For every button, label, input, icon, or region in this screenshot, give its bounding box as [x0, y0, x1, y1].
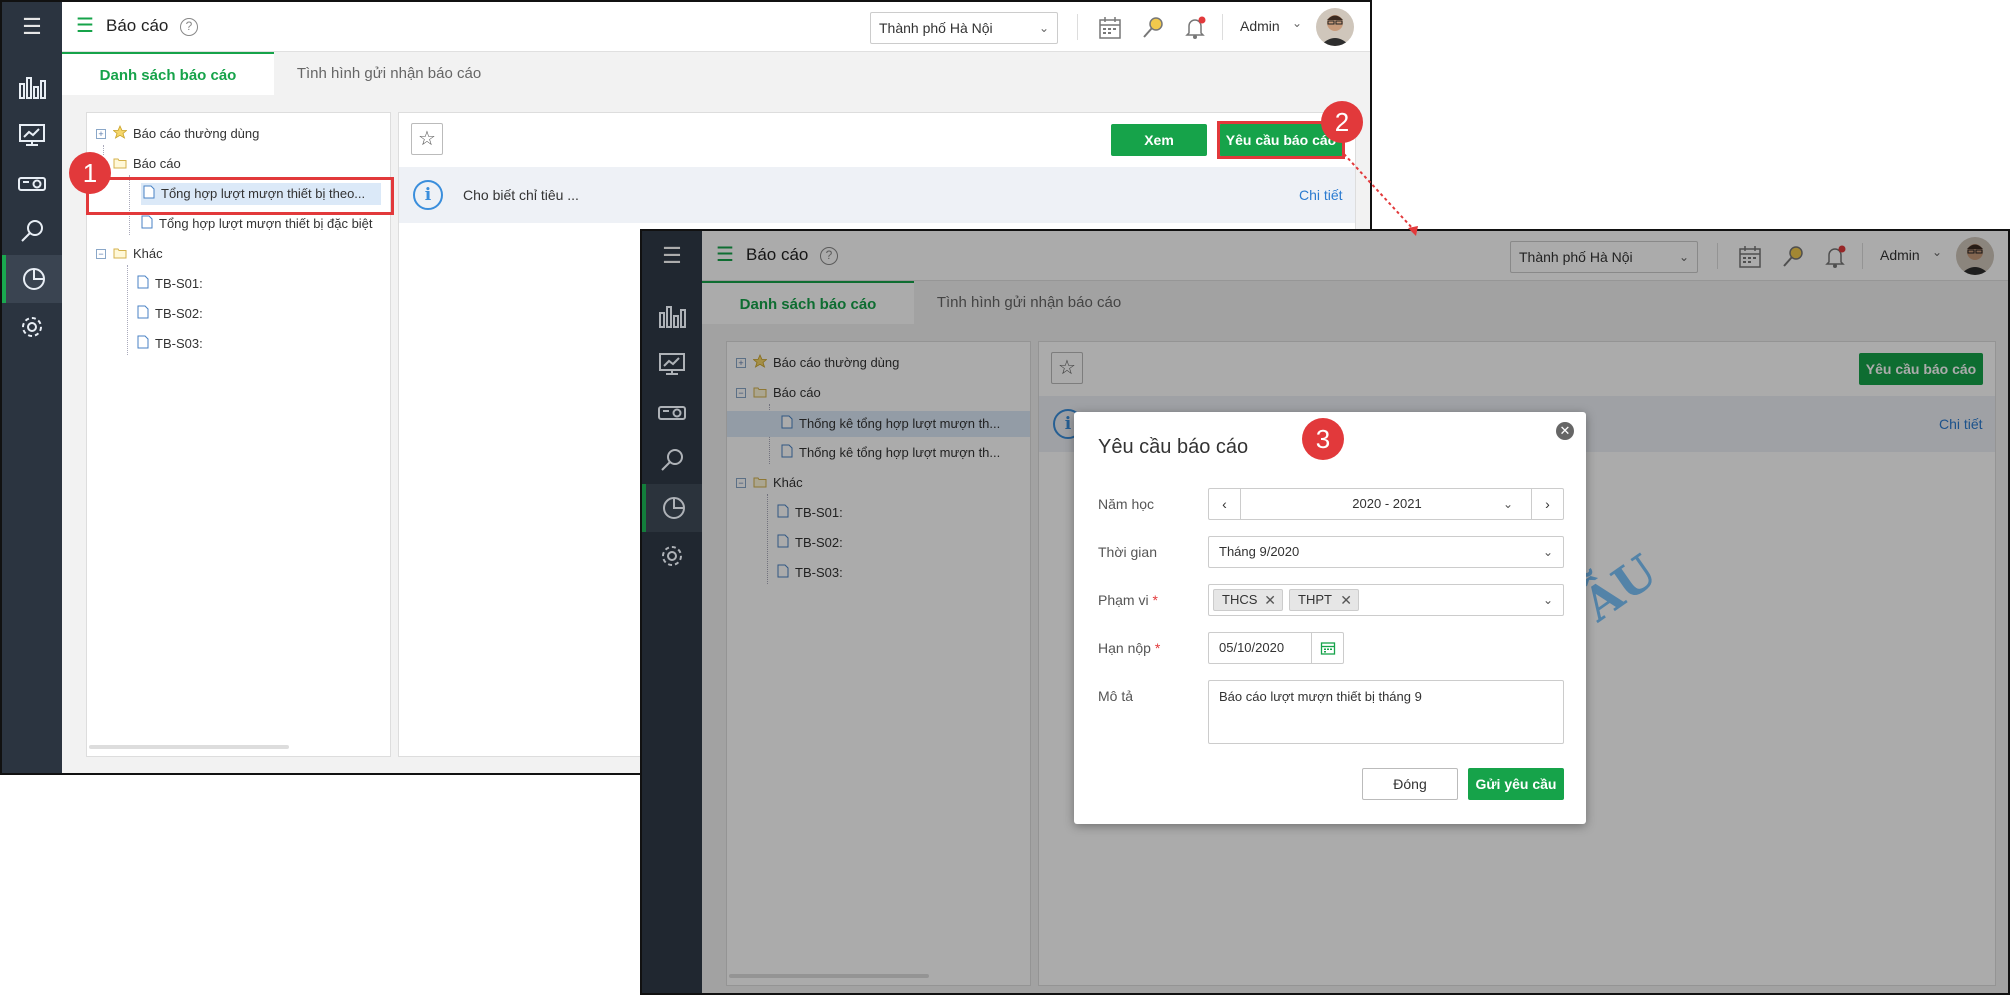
description-label: Mô tả [1098, 688, 1134, 704]
school-year-label: Năm học [1098, 496, 1155, 512]
detail-link[interactable]: Chi tiết [1299, 187, 1343, 203]
tree-node-frequent[interactable]: Báo cáo thường dùng [112, 123, 260, 146]
scope-label-text: Phạm vi [1098, 592, 1149, 608]
page-title: Báo cáo [106, 16, 169, 35]
tree-line [127, 265, 128, 355]
report-description: Cho biết chỉ tiêu ... [463, 187, 579, 203]
location-value: Thành phố Hà Nội [879, 20, 993, 36]
tree-node-report[interactable]: Tổng hợp lượt mượn thiết bị đặc biệt [141, 213, 373, 235]
user-name[interactable]: Admin [1240, 18, 1280, 34]
tree-node-folder-reports[interactable]: Báo cáo [113, 153, 181, 175]
period-select[interactable]: Tháng 9/2020 ⌄ [1208, 536, 1564, 568]
required-mark: * [1154, 640, 1161, 656]
remove-tag-icon[interactable]: ✕ [1340, 590, 1352, 610]
remove-tag-icon[interactable]: ✕ [1264, 590, 1276, 610]
tree-node-label: TB-S03: [155, 336, 203, 351]
scope-tag: THPT ✕ [1289, 589, 1359, 611]
scope-tag: THCS ✕ [1213, 589, 1283, 611]
chevron-down-icon: ⌄ [1542, 545, 1553, 559]
step-badge-1: 1 [69, 152, 111, 194]
tree-line [103, 145, 104, 155]
period-label: Thời gian [1098, 544, 1157, 560]
tree-node-report[interactable]: TB-S03: [137, 333, 203, 355]
folder-icon [113, 154, 127, 176]
sidebar-overlay [642, 231, 702, 993]
description-textarea[interactable]: Báo cáo lượt mượn thiết bị tháng 9 [1208, 680, 1564, 744]
close-icon[interactable]: ✕ [1556, 422, 1574, 440]
chevron-down-icon[interactable]: ⌄ [1292, 16, 1302, 30]
menu-icon[interactable]: ☰ [2, 2, 62, 52]
modal-title: Yêu cầu báo cáo [1098, 436, 1249, 458]
highlight-box-1 [86, 177, 394, 215]
chevron-right-icon[interactable]: › [1531, 489, 1563, 519]
chevron-left-icon[interactable]: ‹ [1209, 489, 1241, 519]
file-icon [141, 214, 153, 236]
chevron-down-icon: ⌄ [1038, 21, 1049, 35]
projector-icon[interactable] [2, 159, 62, 207]
step-connector-arrow [1343, 153, 1418, 236]
topbar: ☰ Báo cáo ? Thành phố Hà Nội ⌄ Admin ⌄ [62, 2, 1370, 52]
location-select[interactable]: Thành phố Hà Nội ⌄ [870, 12, 1058, 44]
bell-icon[interactable] [1182, 15, 1208, 41]
deadline-value[interactable]: 05/10/2020 [1219, 633, 1284, 663]
request-report-modal: Yêu cầu báo cáo ✕ Năm học ‹ 2020 - 2021 … [1074, 412, 1586, 824]
period-value: Tháng 9/2020 [1219, 544, 1300, 559]
key-search-icon[interactable] [1140, 15, 1166, 41]
close-button[interactable]: Đóng [1362, 768, 1458, 800]
file-icon [137, 274, 149, 296]
report-info-row: i Cho biết chỉ tiêu ... Chi tiết [399, 167, 1355, 223]
menu-toggle-icon[interactable]: ☰ [76, 16, 94, 36]
required-mark: * [1152, 592, 1158, 608]
tree-node-label: Tổng hợp lượt mượn thiết bị đặc biệt [159, 216, 373, 231]
avatar[interactable] [1316, 8, 1354, 46]
scope-tag-label: THCS [1222, 592, 1258, 607]
school-year-value[interactable]: 2020 - 2021 [1241, 489, 1533, 519]
favorite-star-button[interactable]: ☆ [411, 123, 443, 155]
monitor-icon[interactable] [2, 111, 62, 159]
tab-report-list[interactable]: Danh sách báo cáo [62, 52, 274, 95]
tree-node-label: Báo cáo [133, 156, 181, 171]
chevron-down-icon[interactable]: ⌄ [1543, 585, 1553, 615]
tree-node-report[interactable]: TB-S01: [137, 273, 203, 295]
step-badge-2: 2 [1321, 101, 1363, 143]
pie-chart-icon[interactable] [2, 255, 62, 303]
help-icon[interactable]: ? [180, 18, 198, 36]
scope-tag-label: THPT [1298, 592, 1332, 607]
tree-node-label: Khác [133, 246, 163, 261]
sidebar: ☰ [2, 2, 62, 773]
calendar-icon[interactable] [1311, 633, 1343, 663]
tree-node-label: TB-S02: [155, 306, 203, 321]
scope-multiselect[interactable]: THCS ✕ THPT ✕ ⌄ [1208, 584, 1564, 616]
chevron-down-icon[interactable]: ⌄ [1503, 489, 1513, 519]
bar-chart-icon[interactable] [2, 63, 62, 111]
tree-node-label: Báo cáo thường dùng [133, 126, 260, 141]
tab-bar: Danh sách báo cáo Tình hình gửi nhận báo… [62, 52, 1370, 95]
gear-icon[interactable] [2, 303, 62, 351]
divider [1077, 14, 1078, 40]
tree-node-folder-other[interactable]: Khác [113, 243, 163, 265]
horizontal-scrollbar[interactable] [89, 745, 289, 749]
deadline-label-text: Hạn nộp [1098, 640, 1151, 656]
deadline-datepicker[interactable]: 05/10/2020 [1208, 632, 1344, 664]
tree-node-label: TB-S01: [155, 276, 203, 291]
tree-node-report[interactable]: TB-S02: [137, 303, 203, 325]
deadline-label: Hạn nộp * [1098, 640, 1160, 656]
scope-label: Phạm vi * [1098, 592, 1158, 608]
file-icon [137, 334, 149, 356]
divider [1222, 14, 1223, 40]
folder-icon [113, 244, 127, 266]
search-icon[interactable] [2, 207, 62, 255]
tab-report-status[interactable]: Tình hình gửi nhận báo cáo [274, 52, 504, 95]
file-icon [137, 304, 149, 326]
expand-icon[interactable]: + [96, 129, 106, 139]
view-button[interactable]: Xem [1111, 124, 1207, 156]
submit-request-button[interactable]: Gửi yêu cầu [1468, 768, 1564, 800]
school-year-picker[interactable]: ‹ 2020 - 2021 ⌄ › [1208, 488, 1564, 520]
window-request-dialog: ☰ ☰ Báo cáo ? Thành phố Hà Nội ⌄ Admin ⌄… [640, 229, 2010, 995]
step-badge-3: 3 [1302, 418, 1344, 460]
calendar-icon[interactable] [1097, 15, 1123, 41]
collapse-icon[interactable]: − [96, 249, 106, 259]
info-icon: i [413, 180, 443, 210]
star-icon [112, 124, 128, 146]
